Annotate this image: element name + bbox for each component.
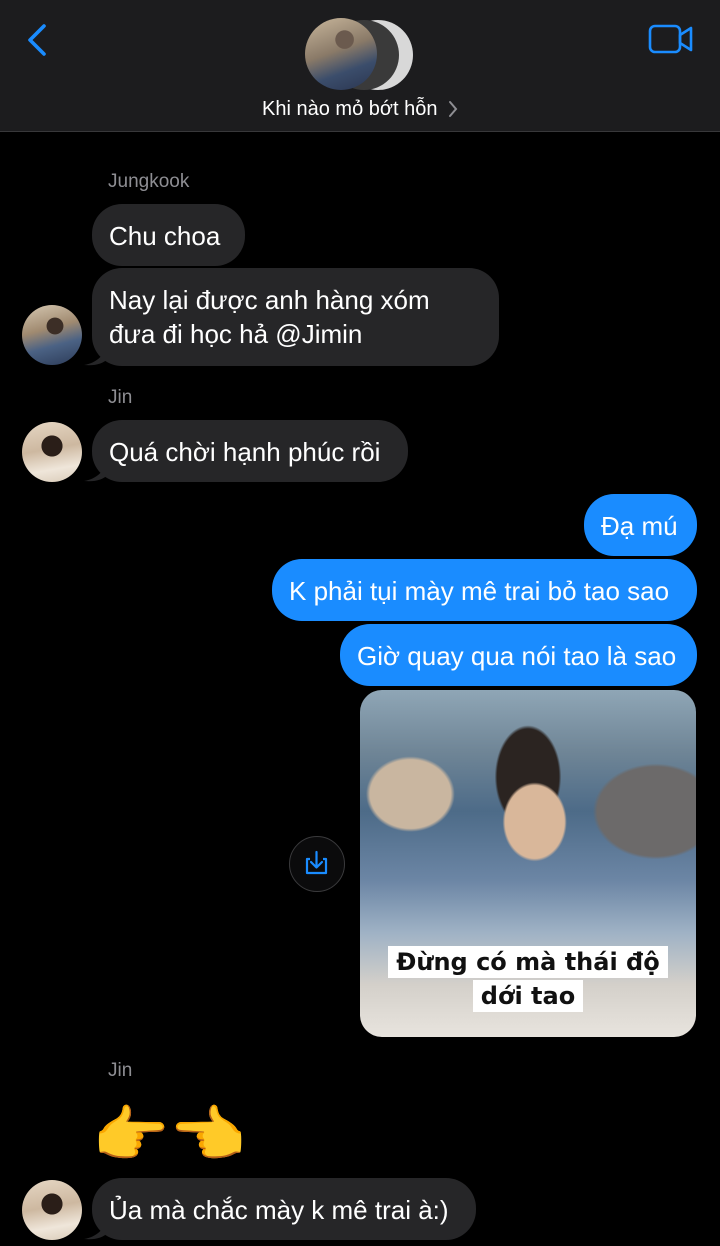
sender-name: Jungkook [108,171,190,192]
meme-caption-text: Đừng có mà thái độ [388,946,668,978]
jin-avatar[interactable] [22,1180,82,1240]
message-text: Đạ mú [601,511,678,541]
message-text-line: Nay lại được anh hàng xóm [109,285,430,315]
jin-avatar[interactable] [22,422,82,482]
video-call-button[interactable] [648,22,694,56]
message-bubble[interactable]: Nay lại được anh hàng xóm đưa đi học hả … [92,268,499,366]
group-title: Khi nào mỏ bớt hỗn [262,98,438,120]
bubble-tail [84,460,108,482]
message-bubble[interactable]: Chu choa [92,204,245,266]
download-icon [305,850,328,875]
sender-name: Jin [108,387,133,408]
message-bubble-outgoing[interactable]: Đạ mú [584,494,697,556]
download-button[interactable] [289,836,345,892]
meme-image[interactable]: Đừng có mà thái độ dới tao [360,690,696,1037]
jungkook-avatar[interactable] [22,305,82,365]
back-button[interactable] [22,22,54,58]
message-text: Quá chời hạnh phúc rồi [109,437,381,467]
message-bubble[interactable]: Quá chời hạnh phúc rồi [92,420,408,482]
group-avatar[interactable] [305,18,417,90]
chevron-right-icon [448,100,458,117]
video-camera-icon [648,24,693,54]
bubble-tail [84,344,108,366]
group-title-button[interactable]: Khi nào mỏ bớt hỗn [0,98,720,121]
message-text-line: đưa đi học hả @Jimin [109,319,363,349]
bubble-tail [84,1218,108,1240]
message-text: Ủa mà chắc mày k mê trai à:) [109,1195,449,1225]
meme-caption-line: Đừng có mà thái độ [360,946,696,978]
message-text: K phải tụi mày mê trai bỏ tao sao [289,576,670,606]
message-bubble[interactable]: Ủa mà chắc mày k mê trai à:) [92,1178,476,1240]
message-text: Chu choa [109,221,221,251]
chevron-left-icon [28,24,46,56]
meme-caption-line: dới tao [360,980,696,1012]
message-text: Giờ quay qua nói tao là sao [357,641,677,671]
chat-header: Khi nào mỏ bớt hỗn [0,0,720,132]
member-avatar [305,18,377,90]
meme-caption-text: dới tao [472,980,584,1012]
sender-name: Jin [108,1060,133,1081]
message-bubble-outgoing[interactable]: Giờ quay qua nói tao là sao [340,624,697,686]
message-bubble-outgoing[interactable]: K phải tụi mày mê trai bỏ tao sao [272,559,697,621]
emoji-message[interactable]: 👉👈 [92,1103,246,1169]
